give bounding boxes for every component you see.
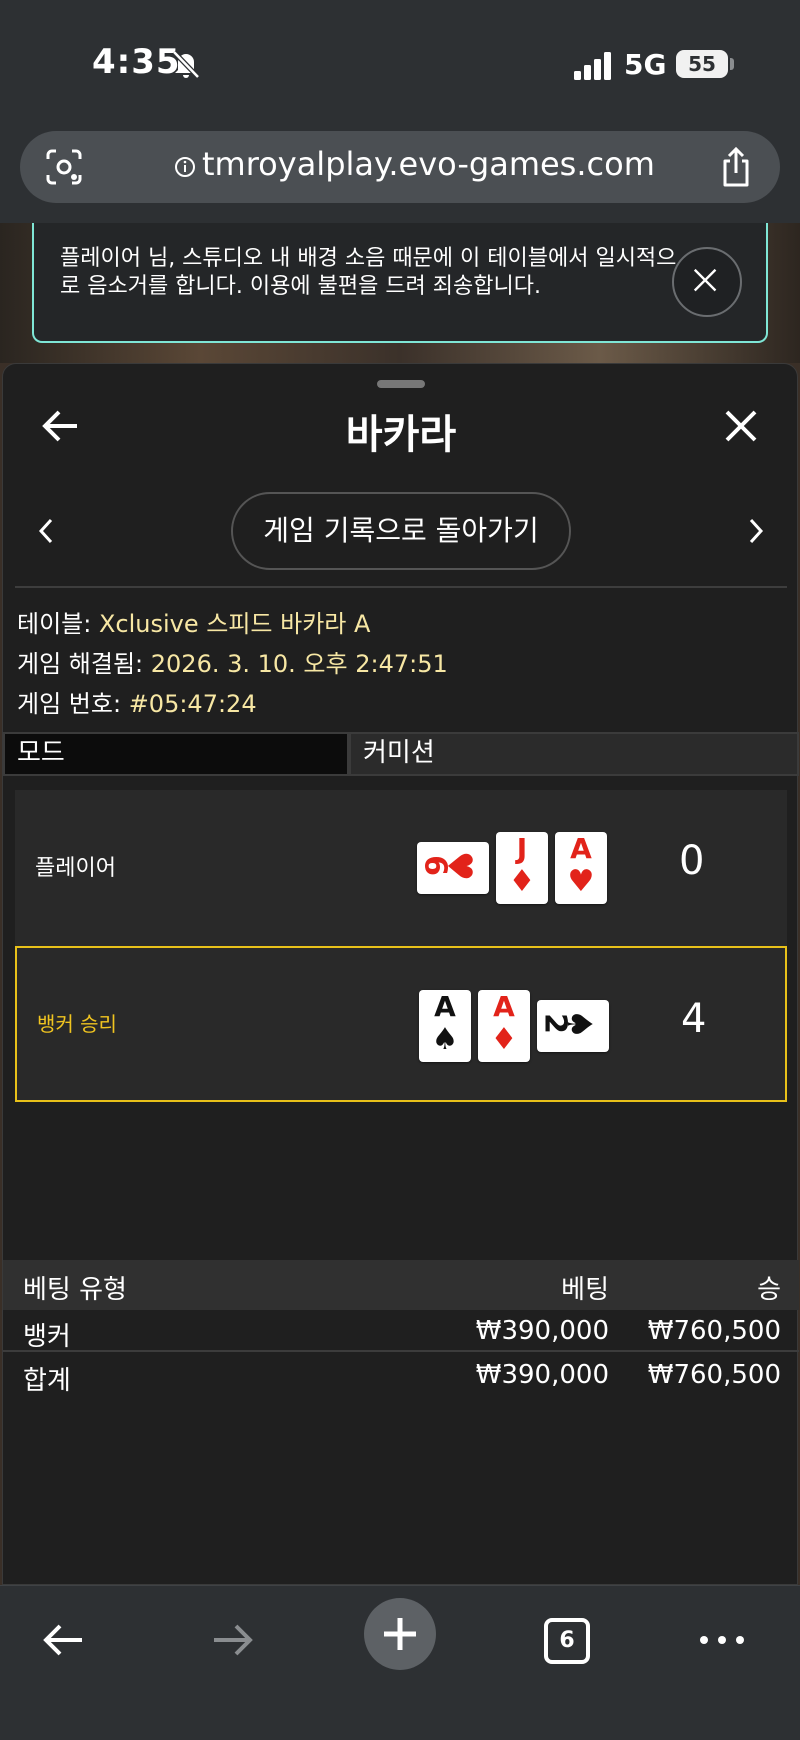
total-label: 합계 [23, 1366, 71, 1396]
tab-mode[interactable]: 모드 [3, 732, 349, 776]
playing-card: A ♦ [478, 990, 530, 1062]
card-suit: ♥ [567, 864, 595, 899]
battery-nub [730, 58, 734, 70]
header-bet-type: 베팅 유형 [23, 1275, 127, 1305]
network-label: 5G [624, 48, 667, 81]
back-to-history-button[interactable]: 게임 기록으로 돌아가기 [231, 492, 571, 570]
sheet-grabber[interactable] [377, 380, 425, 388]
mute-notice-banner: 플레이어 님, 스튜디오 내 배경 소음 때문에 이 테이블에서 일시적으로 음… [32, 223, 768, 343]
status-bar: 4:35 5G 55 [0, 0, 800, 125]
tab-switcher-button[interactable]: 6 [544, 1618, 590, 1664]
card-rank: J [516, 832, 528, 865]
address-bar[interactable]: tmroyalplay.evo-games.com [20, 131, 780, 203]
web-page: 플레이어 님, 스튜디오 내 배경 소음 때문에 이 테이블에서 일시적으로 음… [0, 223, 800, 1585]
new-tab-button[interactable] [364, 1598, 436, 1670]
player-label: 플레이어 [35, 856, 116, 881]
notice-text: 플레이어 님, 스튜디오 내 배경 소음 때문에 이 테이블에서 일시적으로 음… [60, 246, 677, 299]
player-hand-row: 플레이어 6 ♥ J ♦ A ♥ 0 [15, 790, 787, 946]
table-row: 뱅커 ₩390,000 ₩760,500 [3, 1310, 799, 1352]
resolved-info: 게임 해결됨: 2026. 3. 10. 오후 2:47:51 [17, 644, 448, 679]
table-value: Xclusive 스피드 바카라 A [98, 610, 371, 638]
card-suit: ♦ [490, 1022, 518, 1057]
forward-arrow-icon[interactable] [208, 1616, 256, 1664]
banker-label: 뱅커 승리 [37, 1012, 117, 1036]
divider [15, 586, 787, 588]
total-win-amount: ₩760,500 [647, 1360, 781, 1390]
card-suit: ♠ [559, 1008, 599, 1040]
bet-table-header: 베팅 유형 베팅 승 [3, 1260, 799, 1310]
tab-commission[interactable]: 커미션 [349, 732, 799, 776]
browser-toolbar: 6 [0, 1585, 800, 1740]
playing-card: 6 ♥ [417, 842, 489, 894]
notice-close-button[interactable] [672, 247, 742, 317]
resolved-value: 2026. 3. 10. 오후 2:47:51 [150, 650, 448, 678]
resolved-label: 게임 해결됨: [17, 650, 144, 678]
share-icon[interactable] [716, 145, 756, 189]
header-win: 승 [757, 1275, 781, 1305]
card-suit: ♦ [508, 864, 536, 899]
game-number-value: #05:47:24 [128, 690, 257, 718]
signal-icon [574, 52, 611, 80]
camera-lens-icon[interactable] [44, 147, 84, 187]
row-bet-amount: ₩390,000 [475, 1316, 609, 1346]
game-number-label: 게임 번호: [17, 690, 122, 718]
player-score: 0 [679, 838, 705, 884]
chevron-right-icon[interactable] [745, 514, 769, 548]
header-bet: 베팅 [561, 1275, 609, 1305]
back-arrow-icon[interactable] [40, 1616, 88, 1664]
chevron-left-icon[interactable] [33, 514, 57, 548]
close-icon[interactable] [719, 404, 763, 448]
banker-hand-row: 뱅커 승리 A ♠ A ♦ 2 ♠ 4 [15, 946, 787, 1102]
banker-score: 4 [681, 996, 707, 1042]
card-rank: A [570, 832, 592, 865]
total-bet-amount: ₩390,000 [475, 1360, 609, 1390]
plus-icon [384, 1618, 416, 1650]
card-suit: ♠ [431, 1022, 459, 1057]
card-suit: ♥ [439, 850, 479, 882]
row-win-amount: ₩760,500 [647, 1316, 781, 1346]
game-number-info: 게임 번호: #05:47:24 [17, 684, 257, 719]
card-rank: A [434, 990, 456, 1023]
card-rank: A [493, 990, 515, 1023]
game-history-sheet: 바카라 게임 기록으로 돌아가기 테이블: Xclusive 스피드 바카라 A… [2, 363, 799, 1585]
bell-off-icon [172, 50, 200, 79]
row-bet-type: 뱅커 [23, 1322, 71, 1352]
table-label: 테이블: [17, 610, 92, 638]
playing-card: A ♠ [419, 990, 471, 1062]
battery-indicator: 55 [676, 50, 728, 78]
playing-card: 2 ♠ [537, 1000, 609, 1052]
playing-card: J ♦ [496, 832, 548, 904]
mode-tabs: 모드 커미션 [3, 732, 799, 776]
table-info: 테이블: Xclusive 스피드 바카라 A [17, 604, 370, 639]
more-icon[interactable] [696, 1622, 748, 1658]
close-icon [693, 268, 717, 292]
url-text[interactable]: tmroyalplay.evo-games.com [202, 145, 655, 183]
sheet-title: 바카라 [345, 412, 457, 458]
playing-card: A ♥ [555, 832, 607, 904]
status-time: 4:35 [92, 42, 181, 82]
total-row: 합계 ₩390,000 ₩760,500 [3, 1354, 799, 1396]
info-icon[interactable] [174, 156, 196, 178]
